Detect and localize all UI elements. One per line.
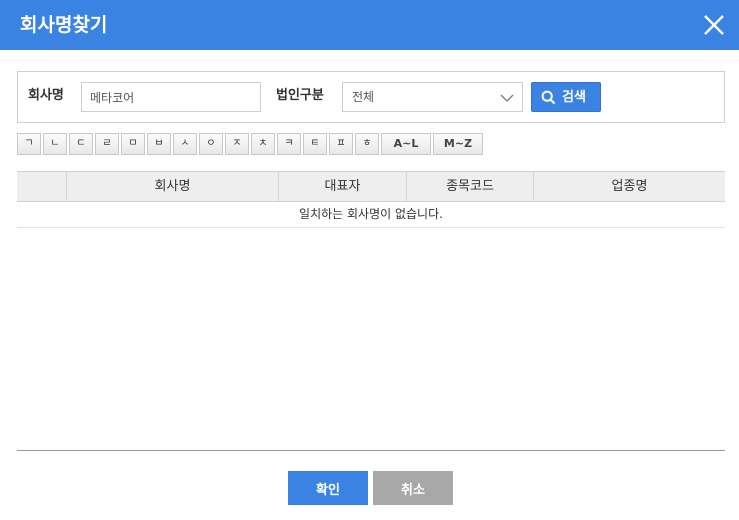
letter-button-digeut[interactable]: ㄷ [69, 133, 93, 155]
company-results-table: 회사명 대표자 종목코드 업종명 일치하는 회사명이 없습니다. [17, 171, 725, 228]
company-name-input[interactable] [81, 82, 261, 112]
letter-button-a-l[interactable]: A~L [381, 133, 431, 155]
letter-button-nieun[interactable]: ㄴ [43, 133, 67, 155]
column-header-industry[interactable]: 업종명 [533, 172, 725, 201]
search-button-label: 검색 [562, 89, 586, 104]
chevron-down-icon [500, 92, 514, 107]
letter-button-hieut[interactable]: ㅎ [355, 133, 379, 155]
letter-button-chieut[interactable]: ㅊ [251, 133, 275, 155]
company-name-label: 회사명 [28, 88, 64, 103]
letter-button-bieup[interactable]: ㅂ [147, 133, 171, 155]
column-header-select [17, 172, 66, 201]
column-header-representative[interactable]: 대표자 [278, 172, 406, 201]
search-button[interactable]: 검색 [531, 82, 601, 112]
letter-button-giyeok[interactable]: ㄱ [17, 133, 41, 155]
confirm-button[interactable]: 확인 [288, 471, 368, 505]
search-panel: 회사명 법인구분 전체 검색 [17, 71, 725, 123]
empty-result-message: 일치하는 회사명이 없습니다. [17, 202, 725, 228]
dialog-titlebar: 회사명찾기 [0, 0, 739, 50]
letter-button-pieup[interactable]: ㅍ [329, 133, 353, 155]
letter-button-mieum[interactable]: ㅁ [121, 133, 145, 155]
letter-button-rieul[interactable]: ㄹ [95, 133, 119, 155]
corporation-type-label: 법인구분 [276, 88, 324, 103]
letter-button-jieut[interactable]: ㅈ [225, 133, 249, 155]
column-header-company-name[interactable]: 회사명 [66, 172, 278, 201]
cancel-button[interactable]: 취소 [373, 471, 453, 505]
column-header-stock-code[interactable]: 종목코드 [406, 172, 533, 201]
letter-button-m-z[interactable]: M~Z [433, 133, 483, 155]
letter-button-tieut[interactable]: ㅌ [303, 133, 327, 155]
letter-button-siot[interactable]: ㅅ [173, 133, 197, 155]
search-icon [541, 90, 556, 108]
dialog-title: 회사명찾기 [20, 14, 108, 36]
letter-button-kieuk[interactable]: ㅋ [277, 133, 301, 155]
corporation-type-select[interactable]: 전체 [342, 82, 523, 112]
corporation-type-value: 전체 [352, 90, 375, 104]
table-header: 회사명 대표자 종목코드 업종명 [17, 171, 725, 202]
letter-button-ieung[interactable]: ㅇ [199, 133, 223, 155]
footer-divider [17, 450, 725, 451]
close-icon[interactable] [701, 12, 727, 38]
